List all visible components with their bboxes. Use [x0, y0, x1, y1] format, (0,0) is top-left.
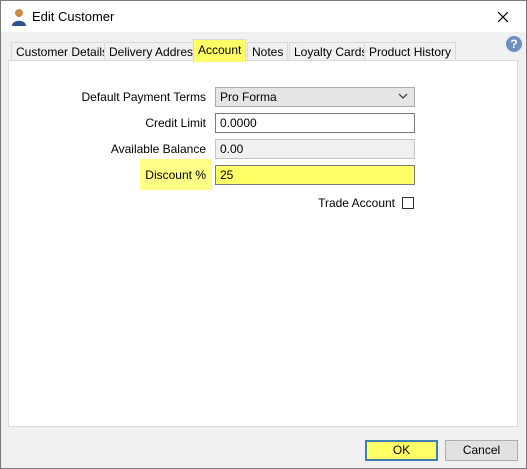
credit-limit-label: Credit Limit [145, 116, 206, 130]
customer-icon [12, 9, 26, 26]
help-icon[interactable]: ? [506, 36, 522, 52]
edit-customer-dialog: Edit Customer ? Customer Details Deliver… [0, 0, 527, 469]
credit-limit-input[interactable]: 0.0000 [215, 113, 415, 133]
payment-terms-label: Default Payment Terms [81, 90, 207, 104]
tab-delivery-address[interactable]: Delivery Address [104, 42, 205, 60]
discount-input[interactable]: 25 [215, 165, 415, 185]
cancel-button[interactable]: Cancel [445, 440, 518, 461]
tab-customer-details[interactable]: Customer Details [11, 42, 114, 60]
tab-product-history[interactable]: Product History [364, 42, 457, 60]
payment-terms-value: Pro Forma [220, 90, 277, 104]
title-bar: Edit Customer [1, 1, 526, 32]
window-title: Edit Customer [32, 9, 115, 24]
tab-loyalty-cards[interactable]: Loyalty Cards [289, 42, 373, 60]
close-button[interactable] [480, 1, 526, 32]
tab-notes[interactable]: Notes [247, 42, 289, 60]
available-balance-field: 0.00 [215, 139, 415, 159]
close-icon [498, 11, 508, 22]
payment-terms-select[interactable]: Pro Forma [215, 87, 415, 107]
discount-label: Discount % [145, 168, 206, 182]
chevron-down-icon [398, 93, 408, 99]
available-balance-label: Available Balance [110, 142, 206, 156]
ok-button[interactable]: OK [365, 440, 438, 461]
tab-account[interactable]: Account [193, 39, 247, 62]
trade-account-checkbox[interactable] [402, 197, 414, 209]
trade-account-label: Trade Account [318, 196, 395, 210]
